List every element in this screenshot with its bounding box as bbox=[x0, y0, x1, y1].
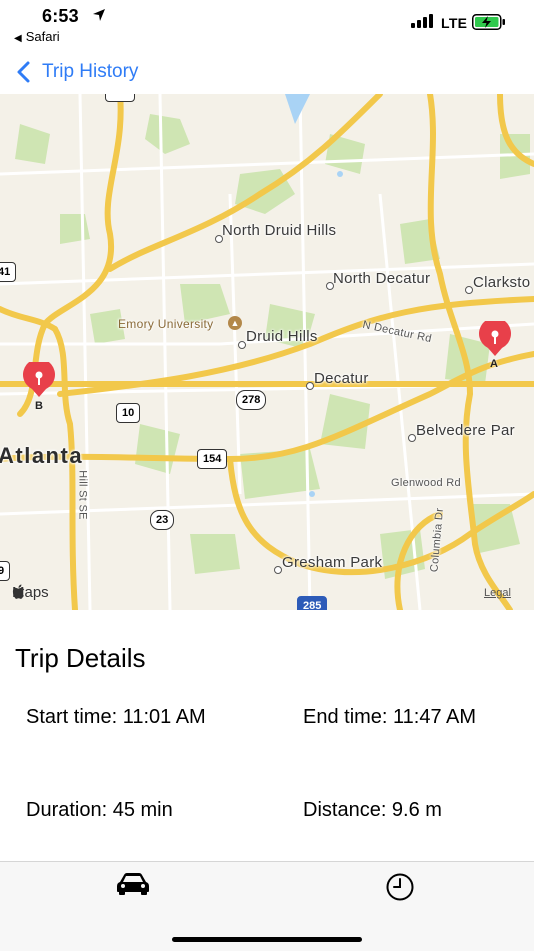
location-arrow-icon bbox=[93, 9, 105, 21]
map-label-druid-hills: Druid Hills bbox=[246, 328, 318, 345]
route-shield: 154 bbox=[197, 449, 228, 469]
route-shield: 278 bbox=[236, 390, 267, 410]
apple-logo-icon bbox=[12, 584, 25, 599]
back-app-label: Safari bbox=[25, 29, 60, 44]
status-time: 6:53 bbox=[42, 6, 79, 26]
map-label-atlanta: Atlanta bbox=[0, 443, 84, 468]
route-shield: 10 bbox=[116, 403, 141, 423]
place-marker bbox=[408, 434, 416, 442]
map-label-north-decatur: North Decatur bbox=[333, 270, 431, 287]
end-time-text: End time: 11:47 AM bbox=[303, 706, 477, 728]
route-shield: 41 bbox=[0, 262, 17, 282]
duration-text: Duration: 45 min bbox=[26, 799, 173, 821]
route-shield: 9 bbox=[0, 561, 11, 581]
map-label-decatur: Decatur bbox=[314, 370, 369, 387]
route-shield-top bbox=[105, 94, 135, 102]
university-icon: ▲ bbox=[228, 316, 242, 330]
maps-attribution: Maps bbox=[12, 584, 49, 601]
map-label-north-druid-hills: North Druid Hills bbox=[222, 222, 337, 239]
place-marker bbox=[215, 235, 223, 243]
place-marker bbox=[306, 382, 314, 390]
navigation-bar: Trip History bbox=[0, 50, 534, 94]
place-marker bbox=[274, 566, 282, 574]
start-time-text: Start time: 11:01 AM bbox=[26, 706, 206, 728]
map-pin-end[interactable] bbox=[21, 362, 57, 398]
clock-icon[interactable] bbox=[385, 872, 415, 902]
trip-map[interactable]: North Druid Hills North Decatur Clarksto… bbox=[0, 94, 534, 610]
trip-details-title: Trip Details bbox=[15, 643, 146, 673]
network-type: LTE bbox=[441, 15, 468, 31]
map-background bbox=[0, 94, 534, 610]
map-label-hill-st-se: Hill St SE bbox=[76, 470, 89, 520]
chevron-left-icon bbox=[17, 61, 30, 83]
pin-end-label: B bbox=[35, 400, 43, 412]
map-pin-start[interactable] bbox=[477, 321, 513, 357]
car-icon[interactable] bbox=[116, 872, 150, 896]
back-to-app-link[interactable]: ◀ Safari bbox=[14, 29, 60, 44]
map-label-glenwood-rd: Glenwood Rd bbox=[391, 477, 461, 489]
pin-start-label: A bbox=[490, 358, 498, 370]
back-triangle-icon: ◀ bbox=[14, 33, 22, 44]
legal-link[interactable]: Legal bbox=[484, 587, 511, 599]
route-shield: 285 bbox=[297, 596, 328, 610]
map-label-clarkston: Clarksto bbox=[473, 274, 531, 291]
cellular-signal-icon bbox=[411, 14, 433, 28]
trip-history-back-button[interactable]: Trip History bbox=[14, 60, 138, 84]
place-marker bbox=[238, 341, 246, 349]
route-shield: 23 bbox=[150, 510, 175, 530]
back-button-label: Trip History bbox=[42, 61, 139, 82]
place-marker bbox=[465, 286, 473, 294]
map-label-belvedere-park: Belvedere Par bbox=[416, 422, 515, 439]
place-marker bbox=[326, 282, 334, 290]
status-bar: 6:53 ◀ Safari LTE bbox=[0, 0, 534, 50]
distance-text: Distance: 9.6 m bbox=[303, 799, 442, 821]
battery-charging-icon bbox=[472, 14, 505, 30]
home-indicator[interactable] bbox=[172, 937, 362, 942]
map-label-gresham-park: Gresham Park bbox=[282, 554, 383, 571]
tab-bar bbox=[0, 861, 534, 951]
map-label-emory-university: Emory University bbox=[118, 317, 214, 331]
